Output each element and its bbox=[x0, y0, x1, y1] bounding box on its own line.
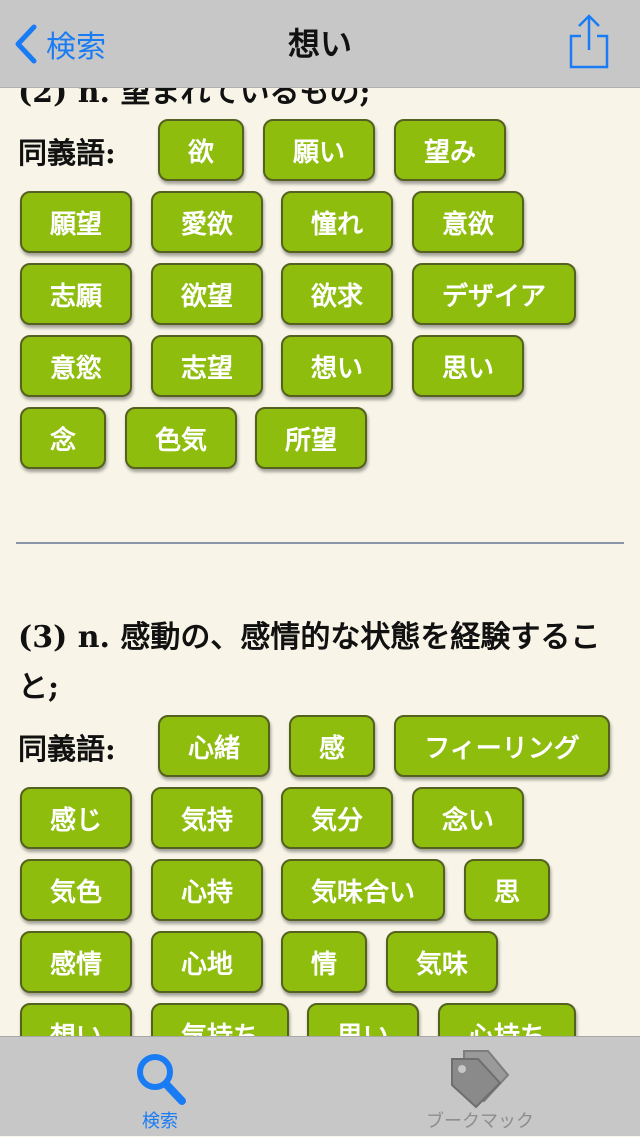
tags-icon bbox=[451, 1050, 510, 1109]
synonym-chip[interactable]: 気持 bbox=[151, 787, 263, 849]
synonym-chip[interactable]: 気色 bbox=[20, 859, 132, 921]
synonym-chip[interactable]: 所望 bbox=[255, 407, 367, 469]
synonym-chip[interactable]: 心持ち bbox=[438, 1003, 576, 1036]
synonym-chip[interactable]: 欲求 bbox=[281, 263, 393, 325]
synonym-chip[interactable]: 心緒 bbox=[158, 715, 270, 777]
section-3-heading-line-1: (3) n. 感動の、感情的な状態を経験するこ bbox=[18, 620, 601, 655]
synonym-chip[interactable]: 気味合い bbox=[281, 859, 445, 921]
synonym-chip[interactable]: 志願 bbox=[20, 263, 132, 325]
section-3-synonyms-label: 同義語: bbox=[18, 732, 116, 766]
synonym-chip[interactable]: 意慾 bbox=[20, 335, 132, 397]
synonym-chip[interactable]: 憧れ bbox=[281, 191, 393, 253]
synonym-chip[interactable]: 欲 bbox=[158, 119, 244, 181]
tab-bookmarks-label: ブークマック bbox=[426, 1111, 534, 1132]
synonym-chip[interactable]: 意欲 bbox=[412, 191, 524, 253]
section-3-heading-line-2: と; bbox=[18, 670, 60, 705]
synonym-chip[interactable]: デザイア bbox=[412, 263, 576, 325]
synonym-chip[interactable]: 心地 bbox=[151, 931, 263, 993]
synonym-chip[interactable]: 思い bbox=[307, 1003, 419, 1036]
synonym-chip[interactable]: 愛欲 bbox=[151, 191, 263, 253]
synonym-chip[interactable]: 欲望 bbox=[151, 263, 263, 325]
magnifier-icon bbox=[137, 1054, 186, 1105]
synonym-chip[interactable]: 思い bbox=[412, 335, 524, 397]
synonym-chip[interactable]: 感情 bbox=[20, 931, 132, 993]
synonym-chip[interactable]: 気持ち bbox=[151, 1003, 289, 1036]
page-title: 想い bbox=[287, 25, 352, 63]
synonym-chip[interactable]: 志望 bbox=[151, 335, 263, 397]
synonym-chip[interactable]: 思 bbox=[464, 859, 550, 921]
synonym-chip[interactable]: フィーリング bbox=[394, 715, 610, 777]
section-2-synonyms-label: 同義語: bbox=[18, 136, 116, 170]
synonym-chip[interactable]: 念い bbox=[412, 787, 524, 849]
tab-search-label: 検索 bbox=[142, 1111, 178, 1132]
synonym-chip[interactable]: 想い bbox=[20, 1003, 132, 1036]
synonym-chip[interactable]: 望み bbox=[394, 119, 506, 181]
navigation-bar: 検索 想い bbox=[0, 0, 640, 88]
definition-content[interactable]: (2) n. 望まれているもの; 同義語: 欲 願い 望み 願望 愛欲 憧れ 意… bbox=[0, 88, 640, 1036]
synonym-chip[interactable]: 気味 bbox=[386, 931, 498, 993]
tab-bar: 検索 ブークマック bbox=[0, 1036, 640, 1136]
share-icon bbox=[569, 14, 609, 69]
tab-bookmarks[interactable]: ブークマック bbox=[320, 1037, 640, 1137]
share-button[interactable] bbox=[566, 14, 612, 70]
synonym-chip[interactable]: 願望 bbox=[20, 191, 132, 253]
tab-search[interactable]: 検索 bbox=[0, 1037, 320, 1137]
synonym-chip[interactable]: 情 bbox=[281, 931, 367, 993]
synonym-chip[interactable]: 感じ bbox=[20, 787, 132, 849]
synonym-chip[interactable]: 願い bbox=[263, 119, 375, 181]
synonym-chip[interactable]: 感 bbox=[289, 715, 375, 777]
synonym-chip[interactable]: 気分 bbox=[281, 787, 393, 849]
section-2-heading: (2) n. 望まれているもの; bbox=[18, 88, 371, 110]
synonym-chip[interactable]: 心持 bbox=[151, 859, 263, 921]
synonym-chip[interactable]: 念 bbox=[20, 407, 106, 469]
section-divider bbox=[16, 542, 624, 544]
synonym-chip[interactable]: 想い bbox=[281, 335, 393, 397]
synonym-chip[interactable]: 色気 bbox=[125, 407, 237, 469]
